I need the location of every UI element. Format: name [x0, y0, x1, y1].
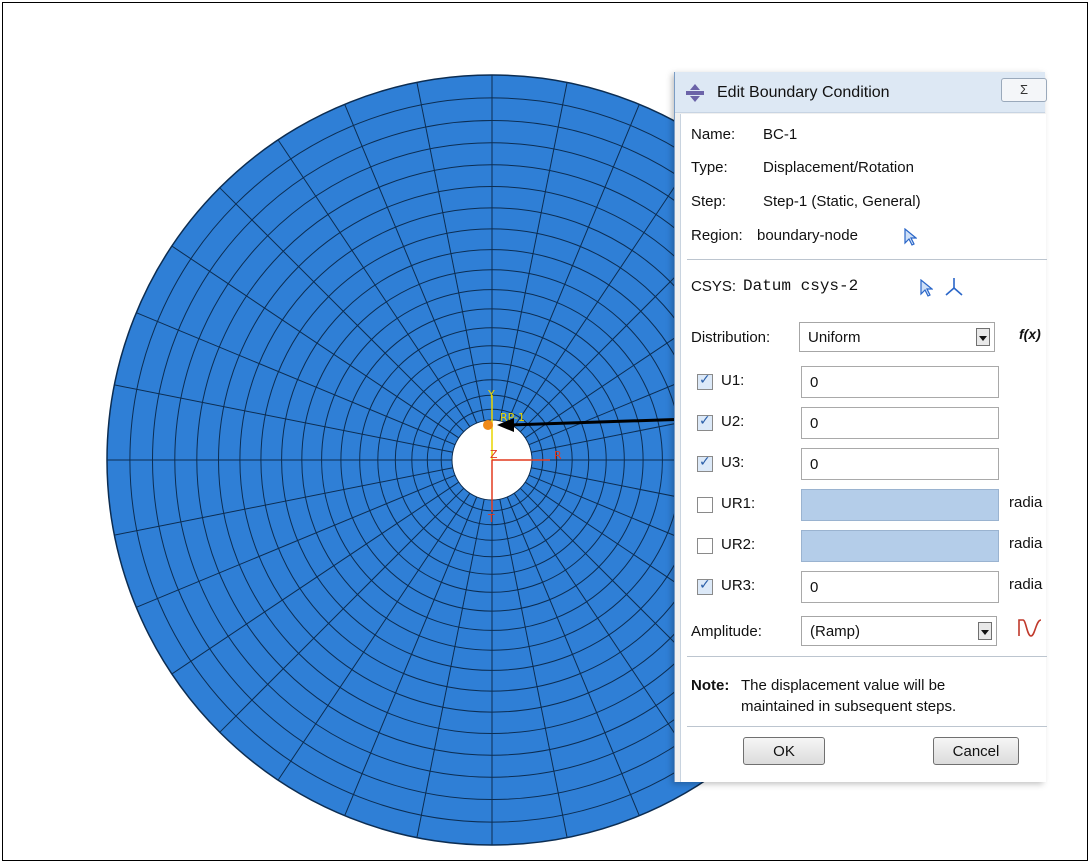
dof-label: U3: — [721, 454, 745, 471]
dof-value: 0 — [810, 374, 819, 391]
dof-label: UR2: — [721, 536, 756, 553]
amplitude-value: (Ramp) — [810, 623, 861, 640]
dof-label: UR3: — [721, 577, 756, 594]
create-csys-icon[interactable] — [943, 276, 965, 298]
fx-icon[interactable]: f(x) — [1019, 326, 1041, 342]
separator — [687, 726, 1047, 727]
dof-value: 0 — [810, 579, 819, 596]
amplitude-select[interactable]: (Ramp) — [801, 616, 997, 646]
dof-checkbox[interactable] — [697, 577, 713, 595]
step-value: Step-1 (Static, General) — [763, 193, 921, 210]
cancel-button[interactable]: Cancel — [933, 737, 1019, 765]
dof-input[interactable]: 0 — [801, 366, 999, 398]
ref-point-marker[interactable] — [483, 420, 493, 430]
dof-value: 0 — [810, 456, 819, 473]
dof-checkbox[interactable] — [697, 538, 713, 554]
distribution-value: Uniform — [808, 329, 861, 346]
region-value: boundary-node — [757, 227, 858, 244]
dof-unit: radia — [1009, 535, 1043, 552]
select-csys-arrow-icon[interactable] — [919, 279, 933, 297]
dof-unit: radia — [1009, 494, 1043, 511]
dof-value: 0 — [810, 415, 819, 432]
type-label: Type: — [691, 159, 728, 176]
triad-y-label: Y — [487, 388, 495, 401]
name-label: Name: — [691, 126, 736, 143]
amplitude-label: Amplitude: — [691, 623, 762, 640]
dialog-titlebar[interactable]: Edit Boundary Condition Σ — [675, 72, 1047, 113]
note-line-1: The displacement value will be — [741, 677, 946, 694]
distribution-select[interactable]: Uniform — [799, 322, 995, 352]
boundary-condition-icon — [686, 84, 704, 102]
name-value: BC-1 — [763, 126, 798, 143]
dof-input[interactable] — [801, 489, 999, 521]
titlebar-partial-button[interactable]: Σ — [1001, 78, 1047, 102]
chevron-down-icon[interactable] — [978, 622, 992, 640]
note-label: Note: — [691, 677, 730, 694]
dof-input[interactable] — [801, 530, 999, 562]
triad-z-label: Z — [490, 448, 498, 461]
ok-button[interactable]: OK — [743, 737, 825, 765]
dialog-title: Edit Boundary Condition — [717, 84, 890, 101]
separator — [687, 656, 1047, 657]
dof-input[interactable]: 0 — [801, 407, 999, 439]
edit-boundary-condition-dialog: Edit Boundary Condition Σ Name: BC-1 Typ… — [674, 72, 1047, 782]
csys-label: CSYS: — [691, 278, 737, 295]
dof-unit: radia — [1009, 576, 1043, 593]
distribution-label: Distribution: — [691, 329, 771, 346]
dof-label: U1: — [721, 372, 745, 389]
dof-checkbox[interactable] — [697, 413, 713, 431]
type-value: Displacement/Rotation — [763, 159, 914, 176]
csys-value: Datum csys-2 — [743, 277, 859, 295]
region-label: Region: — [691, 227, 743, 244]
dof-input[interactable]: 0 — [801, 448, 999, 480]
dof-checkbox[interactable] — [697, 497, 713, 513]
dialog-body: Name: BC-1 Type: Displacement/Rotation S… — [680, 114, 1047, 782]
triad-t-label: T — [487, 512, 495, 525]
separator — [687, 259, 1047, 260]
select-region-arrow-icon[interactable] — [903, 228, 917, 246]
step-label: Step: — [691, 193, 727, 210]
triad-r-label: R — [554, 449, 562, 462]
dof-label: UR1: — [721, 495, 756, 512]
dof-checkbox[interactable] — [697, 372, 713, 390]
amplitude-wave-icon[interactable] — [1017, 616, 1045, 640]
dof-input[interactable]: 0 — [801, 571, 999, 603]
note-line-2: maintained in subsequent steps. — [741, 698, 957, 715]
dof-label: U2: — [721, 413, 745, 430]
chevron-down-icon[interactable] — [976, 328, 990, 346]
dof-checkbox[interactable] — [697, 454, 713, 472]
